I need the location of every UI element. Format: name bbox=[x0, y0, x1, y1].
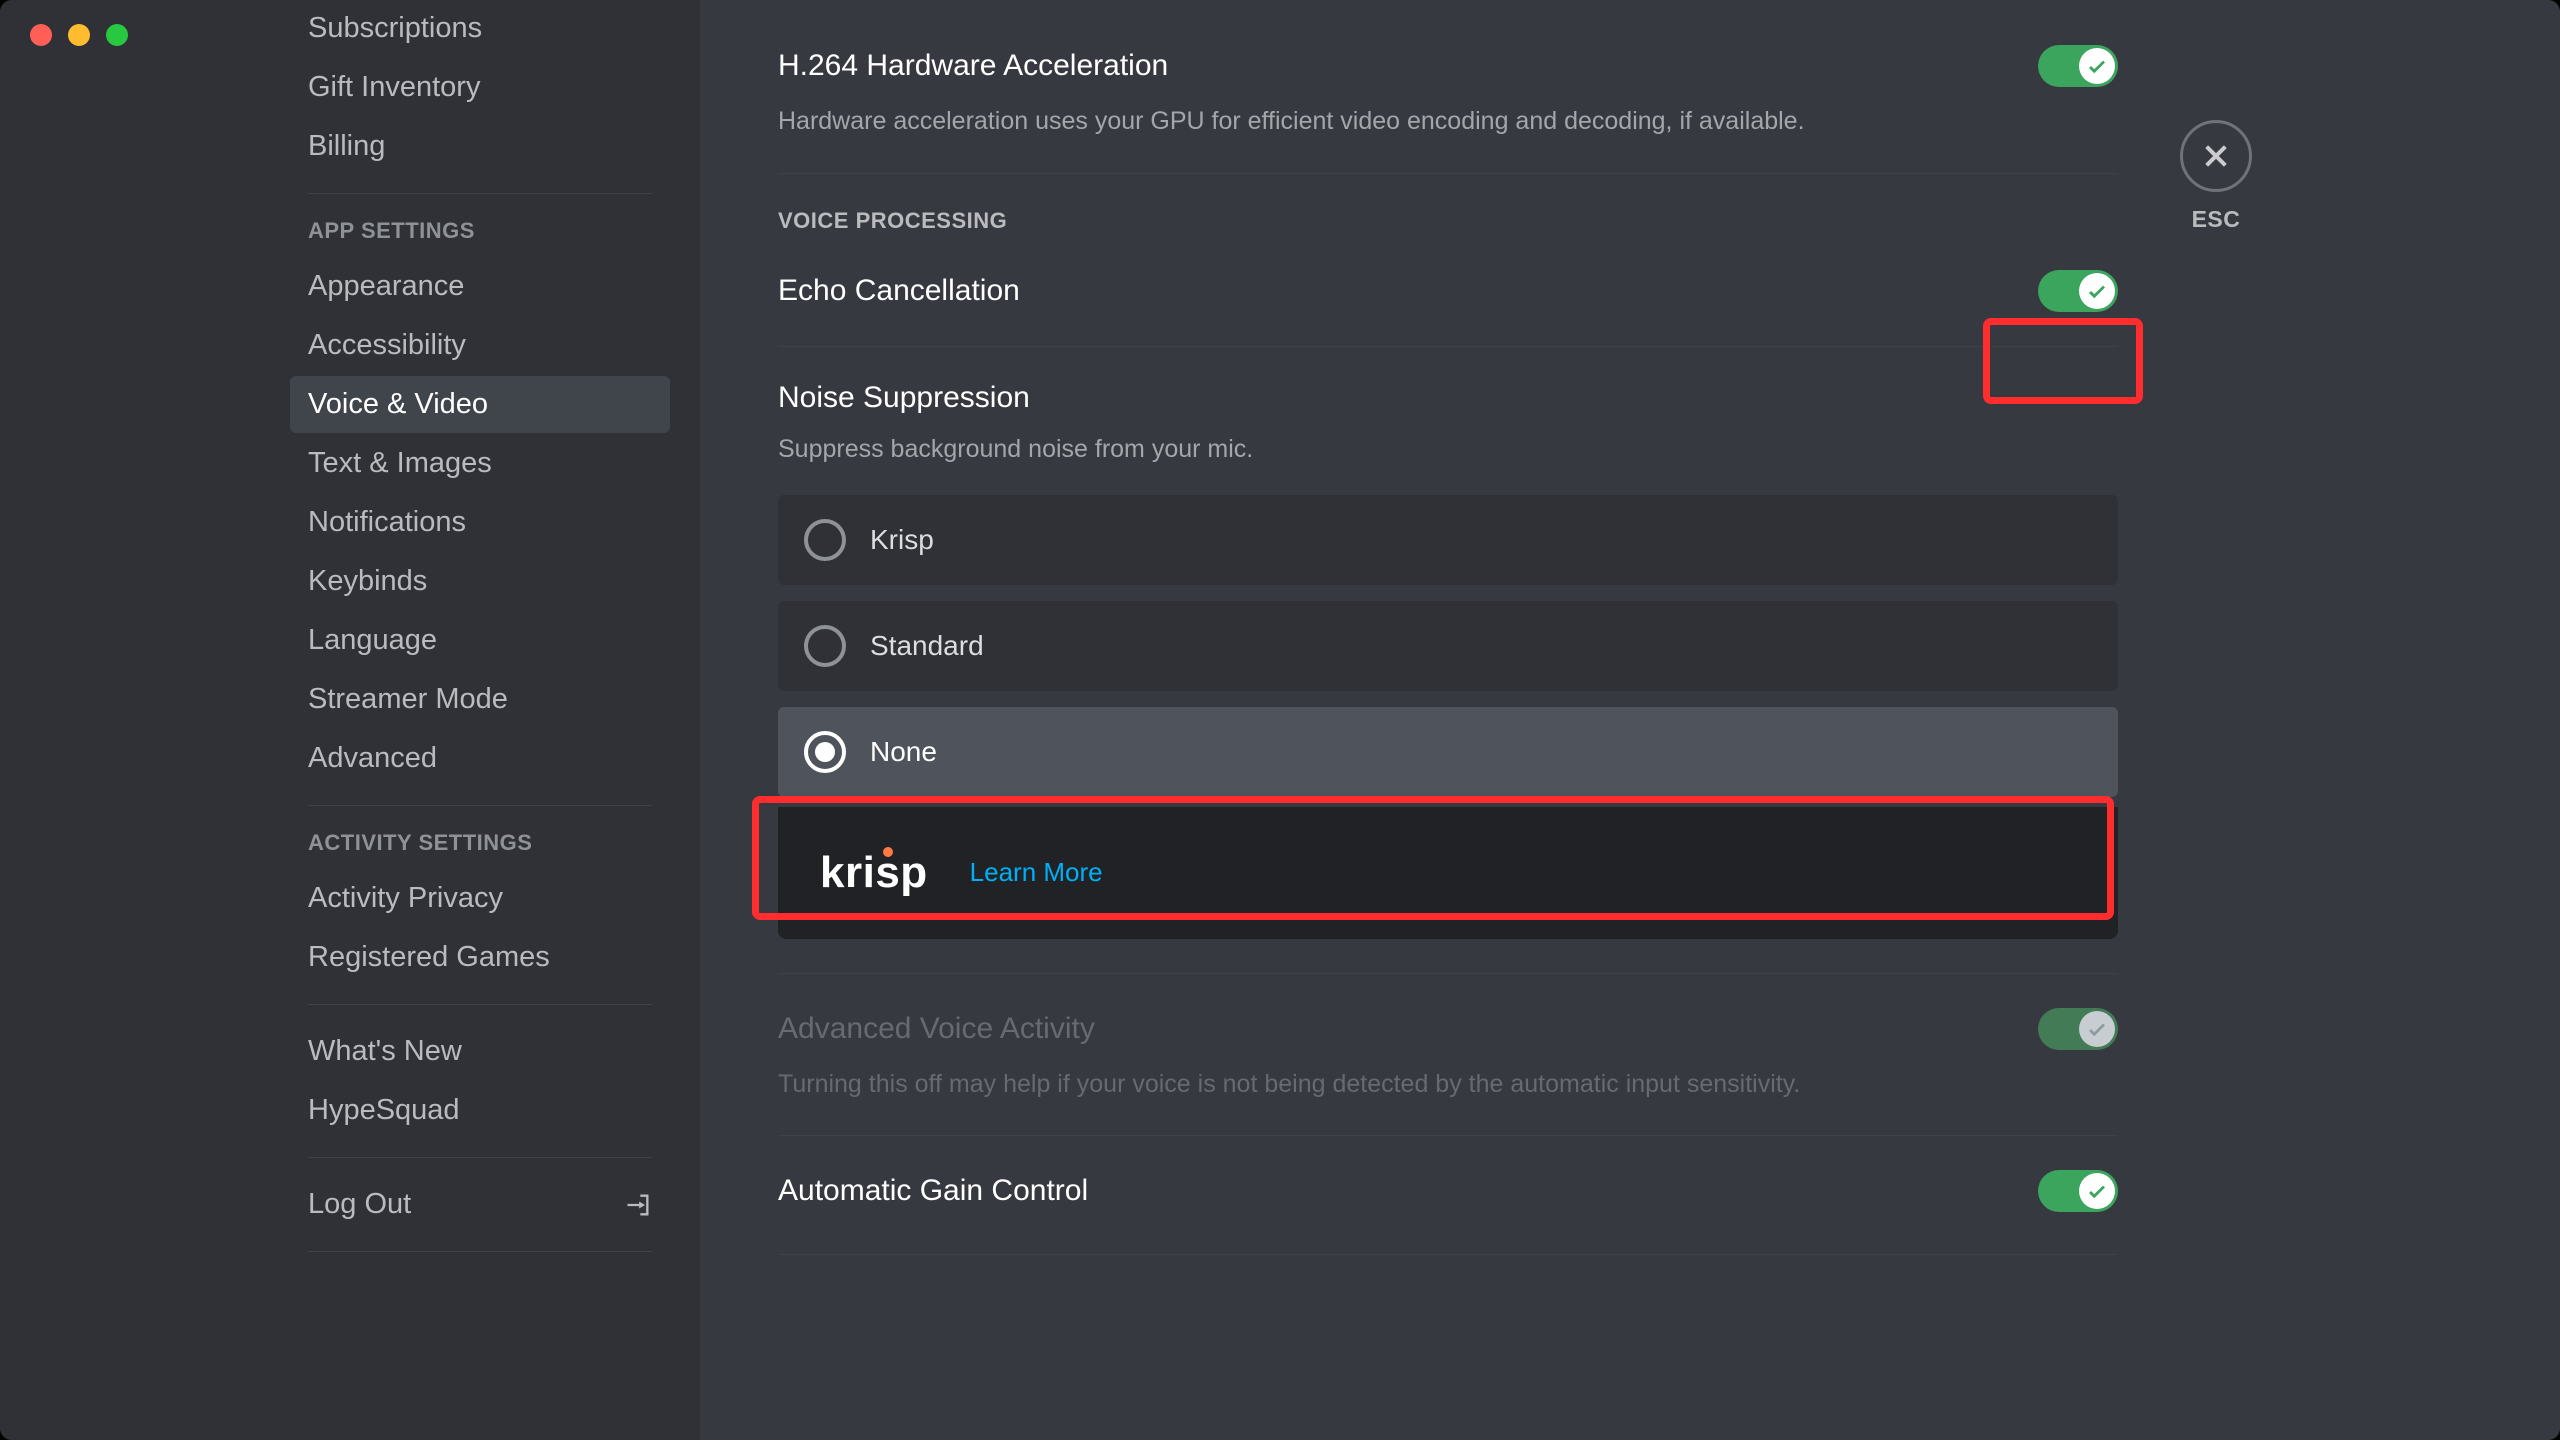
echo-cancellation-title: Echo Cancellation bbox=[778, 274, 1020, 308]
check-icon bbox=[2086, 1180, 2108, 1202]
close-settings-button[interactable] bbox=[2180, 120, 2252, 192]
sidebar-item-text-and-images[interactable]: Text & Images bbox=[290, 435, 670, 492]
krisp-logo-dot-icon bbox=[883, 847, 893, 857]
settings-content: H.264 Hardware Acceleration Hardware acc… bbox=[700, 0, 2560, 1440]
toggle-knob bbox=[2079, 1173, 2115, 1209]
setting-advanced-voice-activity: Advanced Voice Activity Turning this off… bbox=[778, 1008, 2118, 1137]
noise-option-label: None bbox=[870, 736, 937, 768]
toggle-knob bbox=[2079, 48, 2115, 84]
setting-echo-cancellation: Echo Cancellation bbox=[778, 270, 2118, 347]
check-icon bbox=[2086, 280, 2108, 302]
voice-processing-heading: VOICE PROCESSING bbox=[778, 208, 2118, 234]
setting-noise-suppression: Noise Suppression Suppress background no… bbox=[778, 381, 2118, 974]
sidebar-separator bbox=[308, 1157, 652, 1158]
noise-option-krisp[interactable]: Krisp bbox=[778, 495, 2118, 585]
krisp-promo-card: krisp Learn More bbox=[778, 807, 2118, 939]
settings-sidebar: Subscriptions Gift Inventory Billing APP… bbox=[0, 0, 700, 1440]
radio-icon bbox=[804, 519, 846, 561]
window-controls bbox=[30, 24, 128, 46]
noise-option-none[interactable]: None bbox=[778, 707, 2118, 797]
close-icon bbox=[2200, 140, 2232, 172]
sidebar-separator bbox=[308, 805, 652, 806]
noise-suppression-description: Suppress background noise from your mic. bbox=[778, 433, 2118, 467]
h264-description: Hardware acceleration uses your GPU for … bbox=[778, 105, 2118, 139]
sidebar-item-subscriptions[interactable]: Subscriptions bbox=[290, 0, 670, 57]
krisp-learn-more-link[interactable]: Learn More bbox=[970, 857, 1103, 888]
echo-cancellation-toggle[interactable] bbox=[2038, 270, 2118, 312]
window-minimize-button[interactable] bbox=[68, 24, 90, 46]
check-icon bbox=[2086, 55, 2108, 77]
sidebar-item-hypesquad[interactable]: HypeSquad bbox=[290, 1082, 670, 1139]
sidebar-item-notifications[interactable]: Notifications bbox=[290, 494, 670, 551]
sidebar-item-accessibility[interactable]: Accessibility bbox=[290, 317, 670, 374]
radio-icon bbox=[804, 625, 846, 667]
noise-suppression-title: Noise Suppression bbox=[778, 381, 2118, 415]
toggle-knob bbox=[2079, 1011, 2115, 1047]
automatic-gain-control-toggle[interactable] bbox=[2038, 1170, 2118, 1212]
sidebar-item-voice-and-video[interactable]: Voice & Video bbox=[290, 376, 670, 433]
krisp-logo: krisp bbox=[820, 851, 928, 895]
logout-label: Log Out bbox=[308, 1188, 411, 1221]
advanced-voice-activity-description: Turning this off may help if your voice … bbox=[778, 1068, 2118, 1102]
h264-title: H.264 Hardware Acceleration bbox=[778, 49, 1168, 83]
setting-h264: H.264 Hardware Acceleration Hardware acc… bbox=[778, 45, 2118, 174]
sidebar-separator bbox=[308, 1251, 652, 1252]
window-zoom-button[interactable] bbox=[106, 24, 128, 46]
sidebar-item-appearance[interactable]: Appearance bbox=[290, 258, 670, 315]
noise-option-standard[interactable]: Standard bbox=[778, 601, 2118, 691]
check-icon bbox=[2086, 1018, 2108, 1040]
h264-toggle[interactable] bbox=[2038, 45, 2118, 87]
sidebar-item-streamer-mode[interactable]: Streamer Mode bbox=[290, 671, 670, 728]
settings-window: Subscriptions Gift Inventory Billing APP… bbox=[0, 0, 2560, 1440]
sidebar-item-keybinds[interactable]: Keybinds bbox=[290, 553, 670, 610]
esc-label: ESC bbox=[2192, 206, 2241, 233]
sidebar-item-activity-privacy[interactable]: Activity Privacy bbox=[290, 870, 670, 927]
sidebar-item-billing[interactable]: Billing bbox=[290, 118, 670, 175]
sidebar-item-gift-inventory[interactable]: Gift Inventory bbox=[290, 59, 670, 116]
toggle-knob bbox=[2079, 273, 2115, 309]
radio-icon bbox=[804, 731, 846, 773]
sidebar-item-registered-games[interactable]: Registered Games bbox=[290, 929, 670, 986]
sidebar-separator bbox=[308, 193, 652, 194]
sidebar-item-advanced[interactable]: Advanced bbox=[290, 730, 670, 787]
sidebar-separator bbox=[308, 1004, 652, 1005]
advanced-voice-activity-toggle[interactable] bbox=[2038, 1008, 2118, 1050]
sidebar-item-language[interactable]: Language bbox=[290, 612, 670, 669]
sidebar-item-logout[interactable]: Log Out bbox=[290, 1176, 670, 1233]
close-esc-group: ESC bbox=[2180, 120, 2252, 233]
window-close-button[interactable] bbox=[30, 24, 52, 46]
sidebar-heading-activity-settings: ACTIVITY SETTINGS bbox=[290, 824, 670, 870]
logout-icon bbox=[624, 1191, 652, 1219]
sidebar-heading-app-settings: APP SETTINGS bbox=[290, 212, 670, 258]
setting-automatic-gain-control: Automatic Gain Control bbox=[778, 1170, 2118, 1255]
noise-option-label: Standard bbox=[870, 630, 984, 662]
advanced-voice-activity-title: Advanced Voice Activity bbox=[778, 1012, 1095, 1046]
sidebar-item-whats-new[interactable]: What's New bbox=[290, 1023, 670, 1080]
automatic-gain-control-title: Automatic Gain Control bbox=[778, 1174, 1088, 1208]
noise-option-label: Krisp bbox=[870, 524, 934, 556]
